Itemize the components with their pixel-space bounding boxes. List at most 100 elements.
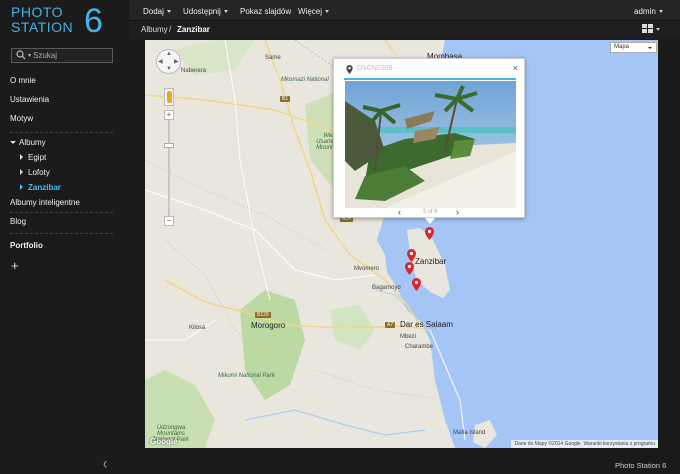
popup-pointer [425,218,435,224]
photo-station-logo[interactable]: PHOTO STATION 6 [11,2,121,40]
menu-share[interactable]: Udostępnij [183,7,228,16]
sidebar-item-smart-albums[interactable]: Albumy inteligentne [10,198,80,207]
popup-header: DSCN0309 × [344,63,518,80]
photo-location-pin-icon[interactable] [412,278,421,291]
photo-thumbnail[interactable] [345,81,516,208]
menu-slideshow[interactable]: Pokaz slajdów [240,7,291,16]
breadcrumb: Albumy / Zanzibar [130,21,680,39]
menu-add[interactable]: Dodaj [143,7,171,16]
street-view-pegman-icon[interactable] [164,88,174,106]
map-label-dar-es-salaam: Dar es Salaam [400,320,453,329]
map-label-same: Same [265,55,281,61]
app-window: PHOTO STATION 6 ▾ O mnie Ustawienia Moty… [0,0,680,474]
dropdown-caret-icon [325,10,330,13]
pan-up-icon[interactable]: ▲ [166,51,172,57]
location-marker-icon [346,65,353,74]
attribution-data: Dane do Mapy ©2014 Google [514,441,581,447]
search-icon[interactable] [16,50,27,61]
map-label-charambe: Charambe [405,344,434,350]
search-input[interactable] [33,51,104,60]
photo-info-popup: DSCN0309 × ‹ 3 of 6 › [333,58,525,218]
sidebar: PHOTO STATION 6 ▾ O mnie Ustawienia Moty… [0,0,130,474]
photo-location-pin-icon[interactable] [405,262,414,275]
add-plus-icon[interactable]: + [11,258,19,273]
photo-counter: 3 of 6 [422,209,438,215]
map-label-mafia-island: Mafia Island [453,430,486,436]
road-shield: A7 [385,322,396,328]
pan-down-icon[interactable]: ▼ [166,66,172,72]
sidebar-item-settings[interactable]: Ustawienia [10,95,49,104]
dropdown-caret-icon [223,10,228,13]
map-attribution: Dane do Mapy ©2014 Google Warunki korzys… [511,440,658,448]
map-zoom-control: + − [164,110,174,227]
logo-line2: STATION [11,19,74,35]
map-label-bagamoyo: Bagamoyo [372,285,401,291]
sidebar-divider [10,233,113,234]
collapse-sidebar-chevron-icon[interactable]: ‹ [103,453,107,473]
subitem-label: Zanzibar [28,183,61,192]
breadcrumb-current: Zanzibar [177,25,210,34]
map-label-morogoro: Morogoro [251,321,286,330]
expand-caret-icon [10,141,16,144]
zoom-slider-thumb[interactable] [164,143,174,148]
collapsed-caret-icon [20,154,23,160]
dropdown-caret-icon [648,47,652,49]
dropdown-caret-icon [166,10,171,13]
map-label-naberera: Naberera [181,68,207,74]
map-pan-control[interactable]: ▲ ▼ ◀ ▶ [156,49,181,74]
sidebar-divider [10,132,113,133]
photo-filename: DSCN0309 [357,65,393,72]
map-label-mikumi: Mikumi National Park [218,373,275,379]
menu-more-label: Więcej [298,7,323,16]
pan-left-icon[interactable]: ◀ [158,58,163,65]
road-shield: B1 [280,96,291,102]
search-box[interactable]: ▾ [11,48,113,63]
photo-location-pin-icon[interactable] [407,249,416,262]
menu-share-label: Udostępnij [183,7,221,16]
sidebar-subitem-egipt[interactable]: Egipt [20,153,46,162]
collapsed-caret-icon [20,169,23,175]
user-menu-label: admin [634,7,656,16]
view-mode-grid-icon[interactable] [642,24,660,35]
zoom-slider-track[interactable] [168,120,170,216]
search-options-caret-icon[interactable]: ▾ [28,52,31,59]
map-type-select[interactable]: Mapa [610,42,657,53]
next-photo-button[interactable]: › [456,207,459,217]
dropdown-caret-icon [656,28,660,31]
menu-more[interactable]: Więcej [298,7,330,16]
subitem-label: Egipt [28,153,47,162]
map-label-kilosa: Kilosa [189,325,206,331]
user-menu[interactable]: admin [634,7,663,16]
logo-number: 6 [84,2,103,40]
breadcrumb-current-label: Zanzibar [177,25,210,34]
sidebar-subitem-zanzibar[interactable]: Zanzibar [20,183,61,192]
sidebar-subitem-lofoty[interactable]: Lofoty [20,168,50,177]
sidebar-item-theme[interactable]: Motyw [10,114,33,123]
dropdown-caret-icon [658,10,663,13]
sidebar-item-blog[interactable]: Blog [10,217,26,226]
breadcrumb-separator: / [169,25,172,34]
sidebar-divider [10,212,113,213]
pan-right-icon[interactable]: ▶ [174,58,179,65]
photo-location-pin-icon[interactable] [425,227,434,240]
collapsed-caret-icon [20,184,23,190]
map-label-mkomazi: Mkomazi National [281,77,329,83]
map-label-mvomero: Mvomero [354,266,380,272]
sidebar-item-portfolio[interactable]: Portfolio [10,241,43,250]
map-label-zanzibar: Zanzibar [415,257,447,266]
logo-line1: PHOTO [11,4,64,20]
breadcrumb-root[interactable]: Albumy [141,25,168,34]
menu-add-label: Dodaj [143,7,164,16]
zoom-in-button[interactable]: + [164,110,174,120]
top-menu-bar: Dodaj Udostępnij Pokaz slajdów Więcej ad… [130,0,680,21]
sidebar-item-albums-label: Albumy [19,138,46,147]
road-shield: B129 [255,312,271,318]
close-icon[interactable]: × [513,63,518,73]
sidebar-item-albums[interactable]: Albumy [10,138,46,147]
zoom-out-button[interactable]: − [164,216,174,226]
google-logo: Google [150,437,178,446]
map-label-mbezi: Mbezi [400,334,417,340]
map-type-label: Mapa [614,44,630,50]
sidebar-item-about[interactable]: O mnie [10,76,36,85]
attribution-terms-link[interactable]: Warunki korzystania z programu [583,441,655,447]
